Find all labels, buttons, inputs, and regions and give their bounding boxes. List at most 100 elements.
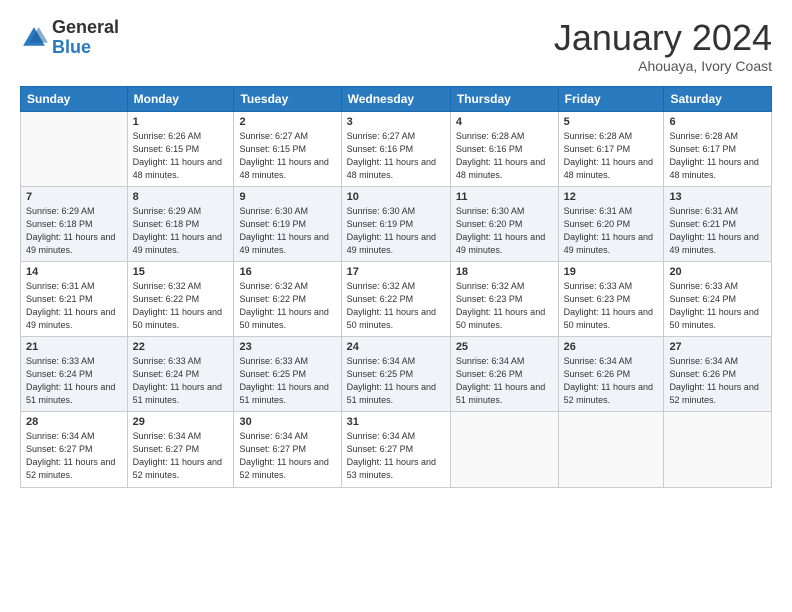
day-number: 13 [669,191,766,203]
calendar-cell: 1 Sunrise: 6:26 AMSunset: 6:15 PMDaylight… [127,111,234,186]
calendar-cell: 28 Sunrise: 6:34 AMSunset: 6:27 PMDayligh… [21,412,128,487]
day-info: Sunrise: 6:27 AMSunset: 6:15 PMDaylight:… [239,130,335,182]
day-number: 22 [133,341,229,353]
day-info: Sunrise: 6:28 AMSunset: 6:17 PMDaylight:… [669,130,766,182]
logo-general: General [52,18,119,38]
calendar-cell: 15 Sunrise: 6:32 AMSunset: 6:22 PMDayligh… [127,261,234,336]
calendar-cell: 27Sunrise: 6:34 AMSunset: 6:26 PMDayligh… [664,337,772,412]
calendar-cell: 26Sunrise: 6:34 AMSunset: 6:26 PMDayligh… [558,337,664,412]
title-block: January 2024 Ahouaya, Ivory Coast [554,18,772,74]
day-info: Sunrise: 6:34 AMSunset: 6:26 PMDaylight:… [456,355,553,407]
day-info: Sunrise: 6:33 AMSunset: 6:24 PMDaylight:… [669,280,766,332]
day-number: 16 [239,266,335,278]
day-info: Sunrise: 6:32 AMSunset: 6:22 PMDaylight:… [347,280,445,332]
day-number: 17 [347,266,445,278]
calendar-cell [664,412,772,487]
calendar-cell: 19 Sunrise: 6:33 AMSunset: 6:23 PMDayligh… [558,261,664,336]
calendar-cell: 23 Sunrise: 6:33 AMSunset: 6:25 PMDayligh… [234,337,341,412]
day-info: Sunrise: 6:28 AMSunset: 6:16 PMDaylight:… [456,130,553,182]
calendar-cell [450,412,558,487]
day-number: 6 [669,116,766,128]
calendar-cell: 4Sunrise: 6:28 AMSunset: 6:16 PMDaylight… [450,111,558,186]
header: General Blue January 2024 Ahouaya, Ivory… [20,18,772,74]
calendar-cell: 31Sunrise: 6:34 AMSunset: 6:27 PMDayligh… [341,412,450,487]
day-number: 14 [26,266,122,278]
weekday-header-thursday: Thursday [450,86,558,111]
weekday-header-tuesday: Tuesday [234,86,341,111]
calendar-cell: 3Sunrise: 6:27 AMSunset: 6:16 PMDaylight… [341,111,450,186]
calendar-cell: 30 Sunrise: 6:34 AMSunset: 6:27 PMDayligh… [234,412,341,487]
day-number: 10 [347,191,445,203]
day-info: Sunrise: 6:33 AMSunset: 6:25 PMDaylight:… [239,355,335,407]
calendar-table: SundayMondayTuesdayWednesdayThursdayFrid… [20,86,772,488]
calendar-cell: 25 Sunrise: 6:34 AMSunset: 6:26 PMDayligh… [450,337,558,412]
day-number: 12 [564,191,659,203]
day-number: 23 [239,341,335,353]
weekday-header-wednesday: Wednesday [341,86,450,111]
calendar-cell: 10 Sunrise: 6:30 AMSunset: 6:19 PMDayligh… [341,186,450,261]
day-info: Sunrise: 6:30 AMSunset: 6:19 PMDaylight:… [239,205,335,257]
logo-blue: Blue [52,38,119,58]
day-number: 31 [347,416,445,428]
day-number: 25 [456,341,553,353]
logo-text: General Blue [52,18,119,58]
calendar-week-3: 14 Sunrise: 6:31 AMSunset: 6:21 PMDayligh… [21,261,772,336]
weekday-header-friday: Friday [558,86,664,111]
calendar-cell: 9 Sunrise: 6:30 AMSunset: 6:19 PMDaylight… [234,186,341,261]
day-number: 19 [564,266,659,278]
day-number: 9 [239,191,335,203]
day-info: Sunrise: 6:32 AMSunset: 6:22 PMDaylight:… [133,280,229,332]
calendar-cell: 16 Sunrise: 6:32 AMSunset: 6:22 PMDayligh… [234,261,341,336]
day-info: Sunrise: 6:31 AMSunset: 6:21 PMDaylight:… [669,205,766,257]
day-number: 15 [133,266,229,278]
day-info: Sunrise: 6:33 AMSunset: 6:24 PMDaylight:… [133,355,229,407]
day-info: Sunrise: 6:27 AMSunset: 6:16 PMDaylight:… [347,130,445,182]
calendar-cell: 22 Sunrise: 6:33 AMSunset: 6:24 PMDayligh… [127,337,234,412]
day-info: Sunrise: 6:32 AMSunset: 6:23 PMDaylight:… [456,280,553,332]
day-number: 2 [239,116,335,128]
day-info: Sunrise: 6:33 AMSunset: 6:24 PMDaylight:… [26,355,122,407]
calendar-cell: 7Sunrise: 6:29 AMSunset: 6:18 PMDaylight… [21,186,128,261]
day-number: 24 [347,341,445,353]
month-title: January 2024 [554,18,772,58]
calendar-cell: 12 Sunrise: 6:31 AMSunset: 6:20 PMDayligh… [558,186,664,261]
calendar-cell [558,412,664,487]
day-info: Sunrise: 6:34 AMSunset: 6:27 PMDaylight:… [26,430,122,482]
day-number: 28 [26,416,122,428]
day-info: Sunrise: 6:34 AMSunset: 6:27 PMDaylight:… [239,430,335,482]
day-number: 30 [239,416,335,428]
day-number: 21 [26,341,122,353]
calendar-cell: 17 Sunrise: 6:32 AMSunset: 6:22 PMDayligh… [341,261,450,336]
day-info: Sunrise: 6:31 AMSunset: 6:21 PMDaylight:… [26,280,122,332]
day-number: 29 [133,416,229,428]
day-info: Sunrise: 6:29 AMSunset: 6:18 PMDaylight:… [133,205,229,257]
calendar-week-2: 7 Sunrise: 6:29 AMSunset: 6:18 PMDaylight… [21,186,772,261]
day-info: Sunrise: 6:31 AMSunset: 6:20 PMDaylight:… [564,205,659,257]
weekday-header-saturday: Saturday [664,86,772,111]
day-number: 1 [133,116,229,128]
calendar-cell: 11 Sunrise: 6:30 AMSunset: 6:20 PMDayligh… [450,186,558,261]
day-info: Sunrise: 6:26 AMSunset: 6:15 PMDaylight:… [133,130,229,182]
day-number: 26 [564,341,659,353]
day-number: 5 [564,116,659,128]
day-number: 11 [456,191,553,203]
calendar-cell: 20Sunrise: 6:33 AMSunset: 6:24 PMDayligh… [664,261,772,336]
weekday-header-monday: Monday [127,86,234,111]
day-number: 8 [133,191,229,203]
day-info: Sunrise: 6:34 AMSunset: 6:25 PMDaylight:… [347,355,445,407]
calendar-cell: 29 Sunrise: 6:34 AMSunset: 6:27 PMDayligh… [127,412,234,487]
day-info: Sunrise: 6:30 AMSunset: 6:19 PMDaylight:… [347,205,445,257]
calendar-week-5: 28 Sunrise: 6:34 AMSunset: 6:27 PMDayligh… [21,412,772,487]
day-number: 7 [26,191,122,203]
weekday-header-sunday: Sunday [21,86,128,111]
day-info: Sunrise: 6:33 AMSunset: 6:23 PMDaylight:… [564,280,659,332]
logo: General Blue [20,18,119,58]
calendar-cell: 13 Sunrise: 6:31 AMSunset: 6:21 PMDayligh… [664,186,772,261]
day-info: Sunrise: 6:34 AMSunset: 6:27 PMDaylight:… [133,430,229,482]
day-number: 27 [669,341,766,353]
day-info: Sunrise: 6:32 AMSunset: 6:22 PMDaylight:… [239,280,335,332]
calendar-cell: 14 Sunrise: 6:31 AMSunset: 6:21 PMDayligh… [21,261,128,336]
location-subtitle: Ahouaya, Ivory Coast [554,58,772,74]
calendar-cell [21,111,128,186]
day-info: Sunrise: 6:30 AMSunset: 6:20 PMDaylight:… [456,205,553,257]
